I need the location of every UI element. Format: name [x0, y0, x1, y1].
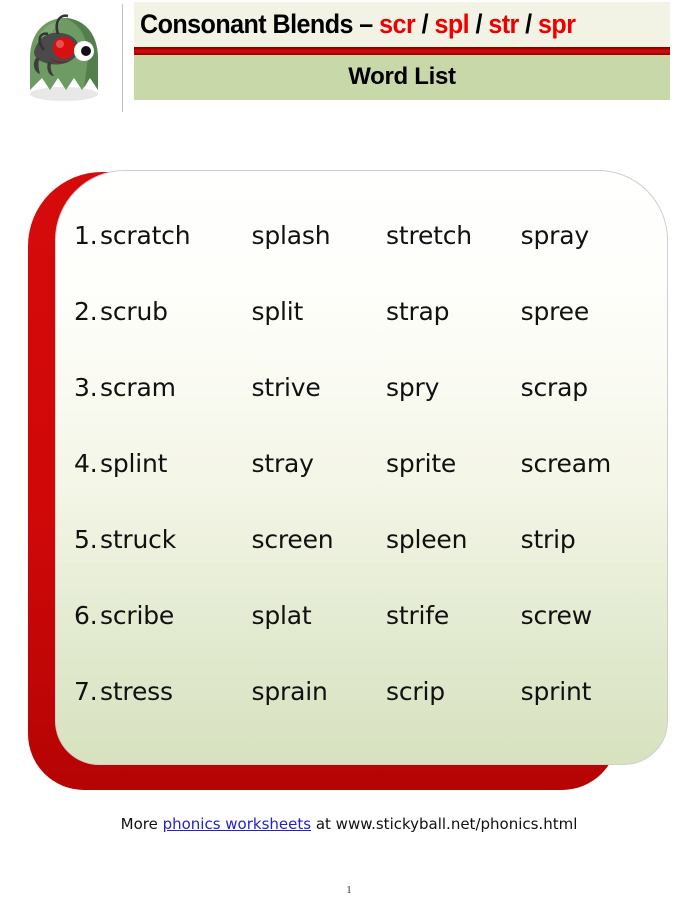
word-list-table: 1. scratch splash stretch spray 2. scrub split s… — [56, 197, 667, 729]
header-vertical-rule — [122, 4, 123, 112]
worksheet-header: Consonant Blends – scr / spl / str / spr… — [0, 0, 698, 118]
title-dash: – — [359, 9, 380, 39]
word-text: scribe — [100, 600, 175, 630]
blend-scr: scr — [379, 9, 416, 39]
row-number: 5. — [74, 524, 98, 554]
word-list-panel: 1. scratch splash stretch spray 2. scrub split s… — [55, 170, 668, 765]
word-cell: scrap — [520, 372, 588, 402]
word-cell: 6. scribe — [56, 577, 252, 653]
word-list-body: 1. scratch splash stretch spray 2. scrub split s… — [56, 197, 667, 729]
word-row: 5. struck screen spleen strip — [56, 501, 667, 577]
word-text: struck — [100, 524, 176, 554]
subtitle-band: Word List — [134, 55, 670, 100]
blend-separator-1: / — [415, 9, 435, 39]
word-cell: splash — [251, 220, 331, 250]
word-text: splint — [100, 448, 168, 478]
footer-credit: More phonics worksheets at www.stickybal… — [0, 815, 698, 833]
row-number: 3. — [74, 372, 98, 402]
word-cell: stray — [251, 448, 314, 478]
word-cell: sprain — [251, 676, 328, 706]
word-cell: 2. scrub — [56, 273, 252, 349]
word-text: scrub — [100, 296, 168, 326]
phonics-worksheets-link[interactable]: phonics worksheets — [163, 815, 311, 833]
page-number: 1 — [346, 884, 352, 896]
word-row: 3. scram strive spry scrap — [56, 349, 667, 425]
word-cell: strife — [386, 600, 450, 630]
word-cell: stretch — [386, 220, 472, 250]
word-cell: strap — [386, 296, 450, 326]
row-number: 2. — [74, 296, 98, 326]
blend-str: str — [488, 9, 519, 39]
green-ghost-mascot-icon — [14, 6, 110, 104]
word-cell: spray — [520, 220, 589, 250]
word-text: scram — [100, 372, 176, 402]
word-cell: 5. struck — [56, 501, 252, 577]
row-number: 1. — [74, 220, 98, 250]
word-cell: strip — [520, 524, 576, 554]
blend-separator-2: / — [469, 9, 489, 39]
blend-spl: spl — [434, 9, 470, 39]
word-cell: strive — [251, 372, 321, 402]
page-title: Consonant Blends – scr / spl / str / spr — [140, 5, 576, 43]
row-number: 6. — [74, 600, 98, 630]
red-divider-bar — [134, 47, 670, 55]
word-row: 2. scrub split strap spree — [56, 273, 667, 349]
header-title-block: Consonant Blends – scr / spl / str / spr… — [134, 2, 670, 100]
word-cell: 3. scram — [56, 349, 252, 425]
title-band: Consonant Blends – scr / spl / str / spr — [134, 2, 670, 47]
word-cell: screen — [251, 524, 334, 554]
word-cell: spleen — [386, 524, 468, 554]
word-text: scratch — [100, 220, 191, 250]
word-cell: spree — [520, 296, 590, 326]
word-cell: screw — [520, 600, 593, 630]
worksheet-subtitle: Word List — [348, 63, 456, 90]
word-cell: sprint — [520, 676, 592, 706]
word-cell: splat — [251, 600, 312, 630]
word-cell: scream — [520, 448, 612, 478]
word-cell: split — [251, 296, 304, 326]
word-cell: sprite — [386, 448, 457, 478]
word-row: 4. splint stray sprite scream — [56, 425, 667, 501]
word-row: 1. scratch splash stretch spray — [56, 197, 667, 273]
word-cell: 4. splint — [56, 425, 252, 501]
word-cell: scrip — [386, 676, 445, 706]
word-cell: spry — [386, 372, 440, 402]
blend-separator-3: / — [518, 9, 539, 39]
word-cell: 7. stress — [56, 653, 252, 729]
footer-suffix: at www.stickyball.net/phonics.html — [311, 815, 578, 833]
word-list-panel-area: 1. scratch splash stretch spray 2. scrub split s… — [0, 160, 698, 800]
word-row: 7. stress sprain scrip sprint — [56, 653, 667, 729]
row-number: 4. — [74, 448, 98, 478]
footer-prefix: More — [120, 815, 163, 833]
word-row: 6. scribe splat strife screw — [56, 577, 667, 653]
word-cell: 1. scratch — [56, 197, 252, 273]
blend-spr: spr — [538, 9, 576, 39]
row-number: 7. — [74, 676, 98, 706]
word-text: stress — [100, 676, 173, 706]
title-prefix: Consonant Blends — [140, 9, 360, 39]
